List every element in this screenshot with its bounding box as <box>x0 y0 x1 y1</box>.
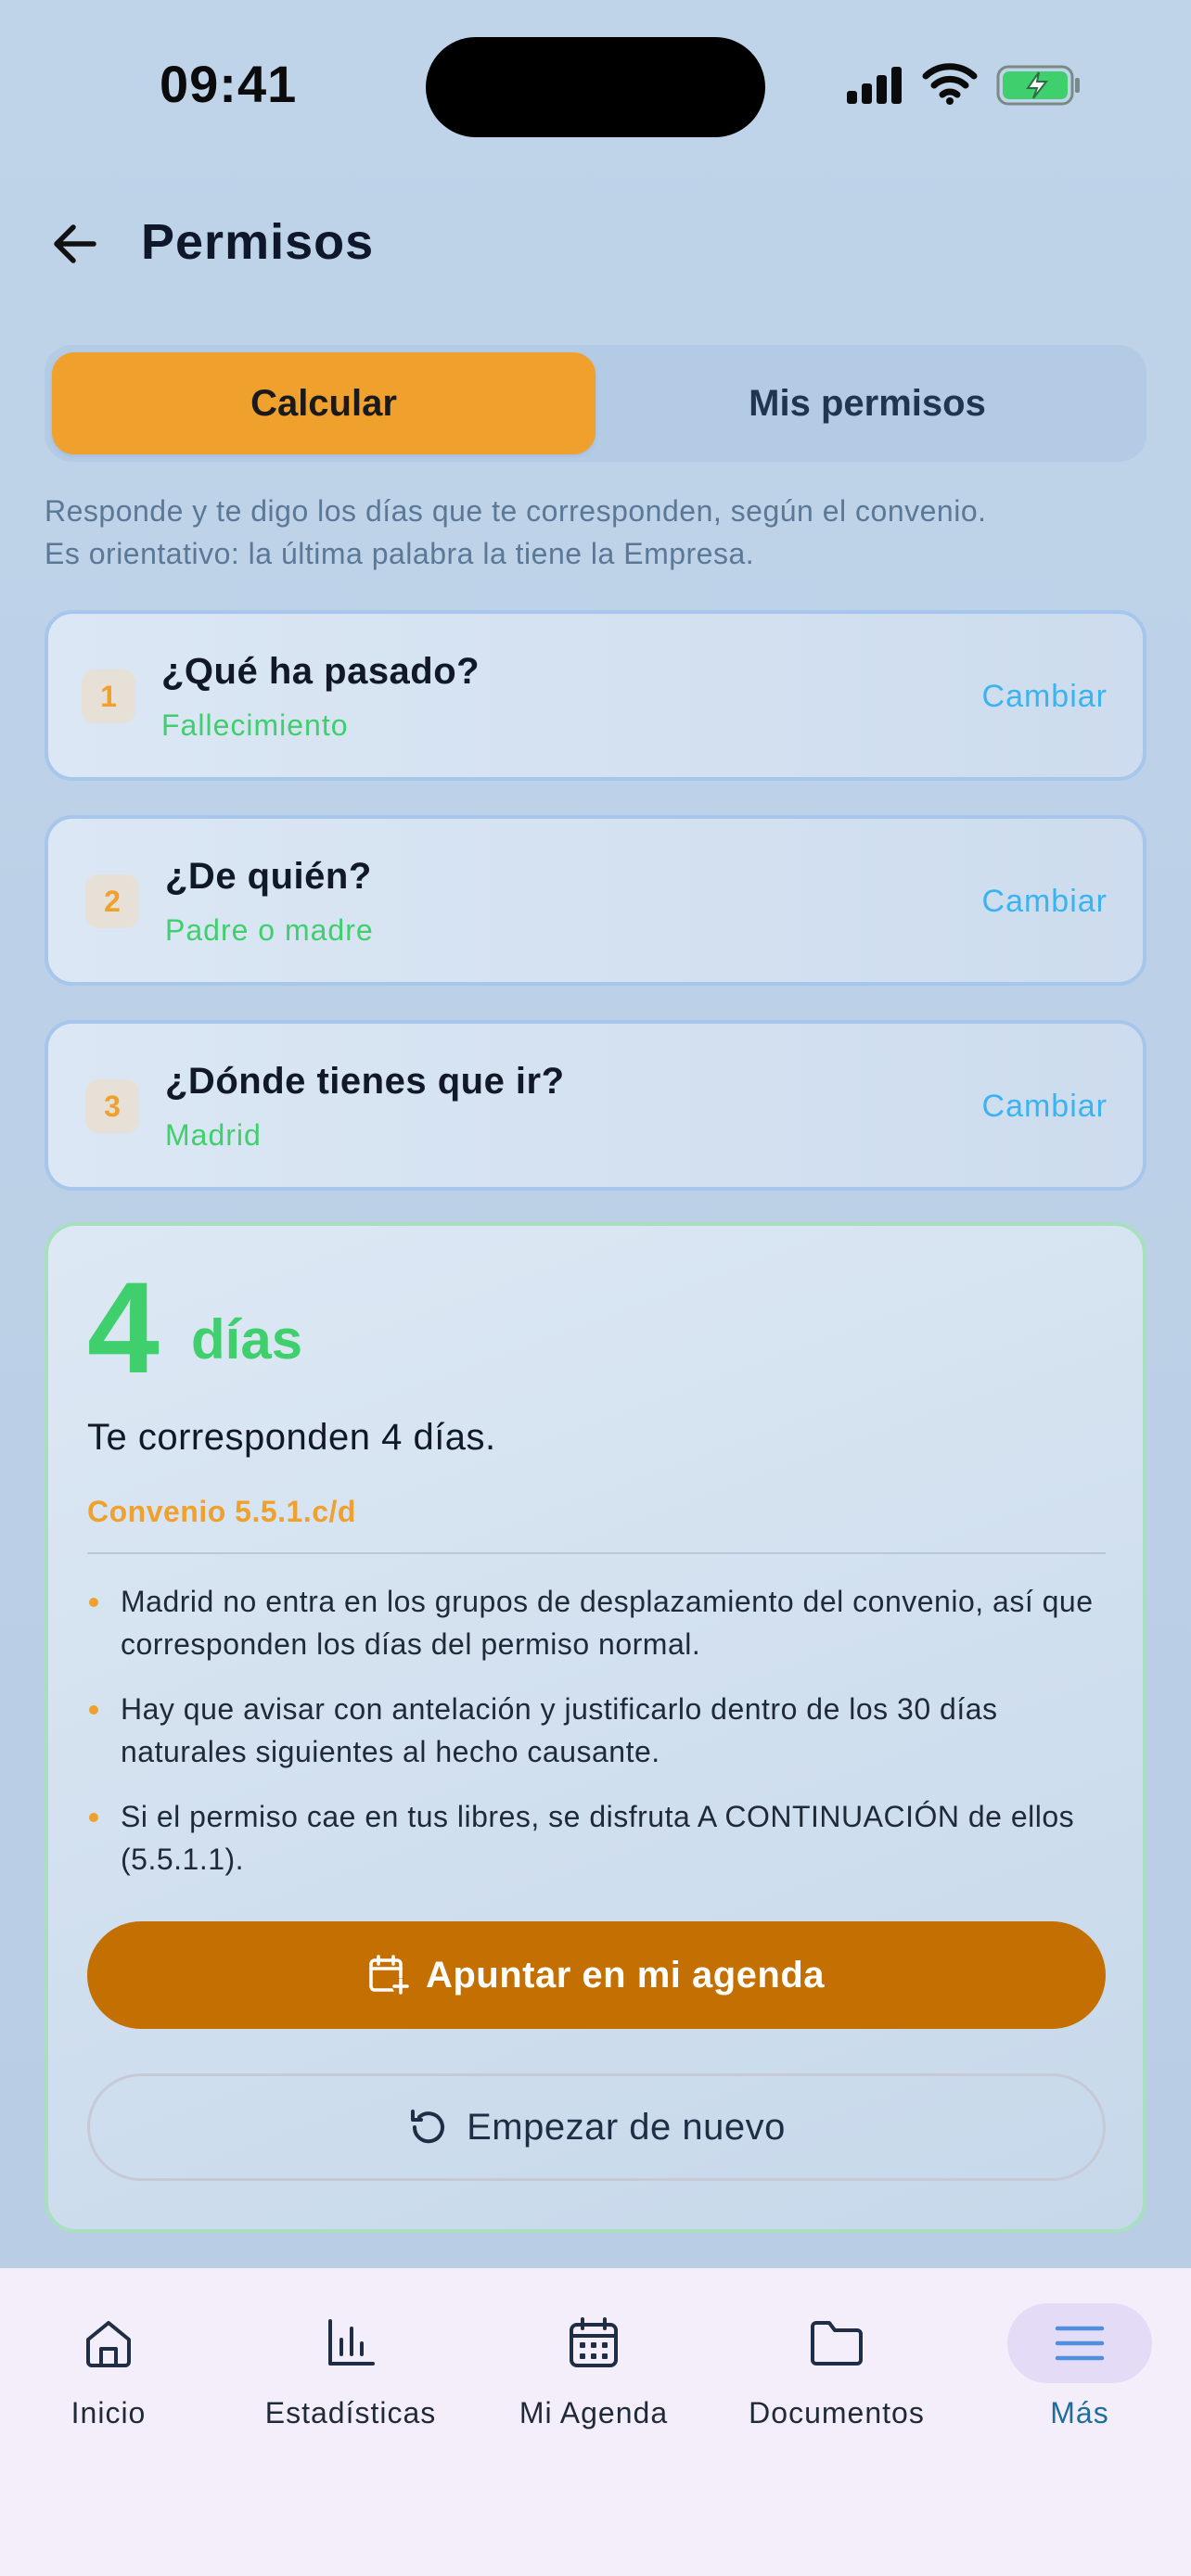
note-text: Madrid no entra en los grupos de desplaz… <box>121 1585 1094 1661</box>
question-title: ¿De quién? <box>165 856 372 897</box>
bottom-nav: Inicio Estadísticas Mi Agenda Documentos… <box>0 2268 1191 2576</box>
folder-icon <box>764 2303 909 2383</box>
nav-item-mi-agenda[interactable]: Mi Agenda <box>492 2303 696 2452</box>
question-title: ¿Qué ha pasado? <box>161 651 480 692</box>
dynamic-island <box>426 37 765 137</box>
page-title: Permisos <box>141 214 375 270</box>
change-button[interactable]: Cambiar <box>982 884 1108 920</box>
add-to-agenda-label: Apuntar en mi agenda <box>425 1954 826 1996</box>
question-card-3[interactable]: 3 ¿Dónde tienes que ir? Madrid Cambiar <box>45 1020 1146 1191</box>
question-card-1[interactable]: 1 ¿Qué ha pasado? Fallecimiento Cambiar <box>45 610 1146 781</box>
bullet-icon <box>89 1813 98 1822</box>
tab-calcular[interactable]: Calcular <box>52 352 596 454</box>
question-card-2[interactable]: 2 ¿De quién? Padre o madre Cambiar <box>45 815 1146 986</box>
back-button[interactable] <box>45 213 106 274</box>
header: Permisos <box>0 204 1191 278</box>
nav-label: Estadísticas <box>264 2396 437 2429</box>
change-button[interactable]: Cambiar <box>982 1089 1108 1125</box>
bullet-icon <box>89 1705 98 1715</box>
notes-list: Madrid no entra en los grupos de desplaz… <box>87 1580 1117 1903</box>
rotate-ccw-icon <box>411 2110 445 2144</box>
signal-icon <box>847 67 902 104</box>
question-answer: Fallecimiento <box>161 708 349 742</box>
segmented-tabs: Calcular Mis permisos <box>45 345 1146 462</box>
nav-item-mas[interactable]: Más <box>978 2303 1182 2452</box>
convenio-reference: Convenio 5.5.1.c/d <box>87 1495 356 1528</box>
result-card: 4 días Te corresponden 4 días. Convenio … <box>45 1222 1146 2233</box>
note-text: Hay que avisar con antelación y justific… <box>121 1692 998 1768</box>
intro-line-1: Responde y te digo los días que te corre… <box>45 494 987 528</box>
intro-line-2: Es orientativo: la última palabra la tie… <box>45 537 755 570</box>
nav-label: Más <box>1050 2396 1109 2429</box>
status-bar: 09:41 <box>0 0 1191 176</box>
restart-label: Empezar de nuevo <box>467 2106 786 2148</box>
question-title: ¿Dónde tienes que ir? <box>165 1061 565 1102</box>
result-sentence: Te corresponden 4 días. <box>87 1417 496 1458</box>
list-item: Madrid no entra en los grupos de desplaz… <box>87 1580 1117 1665</box>
nav-label: Inicio <box>70 2396 147 2429</box>
nav-label: Documentos <box>749 2396 925 2429</box>
list-item: Si el permiso cae en tus libres, se disf… <box>87 1795 1117 1881</box>
battery-charging-icon <box>996 65 1080 106</box>
restart-button[interactable]: Empezar de nuevo <box>87 2073 1106 2181</box>
list-item: Hay que avisar con antelación y justific… <box>87 1688 1117 1773</box>
nav-item-documentos[interactable]: Documentos <box>735 2303 939 2452</box>
nav-item-estadisticas[interactable]: Estadísticas <box>249 2303 453 2452</box>
bar-chart-icon <box>278 2303 423 2383</box>
arrow-left-icon <box>54 224 96 263</box>
calendar-add-icon <box>369 1955 409 1995</box>
bullet-icon <box>89 1598 98 1607</box>
add-to-agenda-button[interactable]: Apuntar en mi agenda <box>87 1921 1106 2029</box>
status-time: 09:41 <box>160 55 298 113</box>
step-number-badge: 2 <box>85 874 139 928</box>
menu-icon <box>1007 2303 1152 2383</box>
note-text: Si el permiso cae en tus libres, se disf… <box>121 1800 1075 1876</box>
home-icon <box>36 2303 181 2383</box>
nav-label: Mi Agenda <box>519 2396 669 2429</box>
nav-item-inicio[interactable]: Inicio <box>6 2303 211 2452</box>
intro-text: Responde y te digo los días que te corre… <box>45 490 1158 575</box>
question-answer: Padre o madre <box>165 913 374 947</box>
step-number-badge: 1 <box>82 670 135 723</box>
question-answer: Madrid <box>165 1118 262 1152</box>
days-count: 4 <box>87 1255 160 1400</box>
days-label: días <box>191 1308 303 1371</box>
divider <box>87 1552 1106 1554</box>
step-number-badge: 3 <box>85 1079 139 1133</box>
wifi-icon <box>922 63 978 105</box>
calendar-icon <box>521 2303 666 2383</box>
change-button[interactable]: Cambiar <box>982 679 1108 715</box>
tab-mis-permisos[interactable]: Mis permisos <box>596 352 1139 454</box>
